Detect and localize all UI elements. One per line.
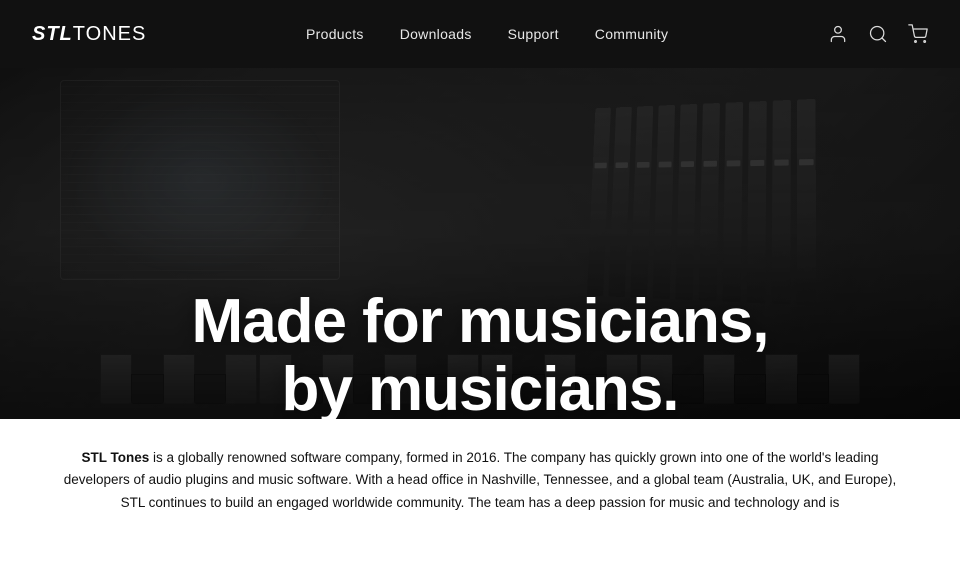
search-button[interactable]: [868, 24, 888, 44]
main-nav: Products Downloads Support Community: [306, 26, 668, 42]
about-section: STL Tones is a globally renowned softwar…: [0, 419, 960, 584]
cart-icon: [908, 24, 928, 44]
nav-downloads[interactable]: Downloads: [400, 26, 472, 42]
account-button[interactable]: [828, 24, 848, 44]
hero-headline-line1: Made for musicians,: [191, 287, 768, 356]
about-text: STL Tones is a globally renowned softwar…: [60, 447, 900, 514]
nav-support[interactable]: Support: [508, 26, 559, 42]
cart-button[interactable]: [908, 24, 928, 44]
logo-text: STLTONES: [32, 23, 146, 46]
logo[interactable]: STLTONES: [32, 23, 146, 46]
nav-products[interactable]: Products: [306, 26, 364, 42]
brand-name: STL Tones: [81, 450, 149, 465]
about-body: is a globally renowned software company,…: [64, 450, 896, 510]
nav-community[interactable]: Community: [595, 26, 669, 42]
logo-tones: TONES: [73, 23, 147, 45]
logo-stl: STL: [32, 23, 73, 45]
search-icon: [868, 24, 888, 44]
hero-headline-line2: by musicians.: [281, 355, 678, 424]
account-icon: [828, 24, 848, 44]
header-actions: [828, 24, 928, 44]
hero-headline: Made for musicians, by musicians.: [40, 288, 920, 424]
hero-content: Made for musicians, by musicians.: [0, 288, 960, 424]
site-header: STLTONES Products Downloads Support Comm…: [0, 0, 960, 68]
